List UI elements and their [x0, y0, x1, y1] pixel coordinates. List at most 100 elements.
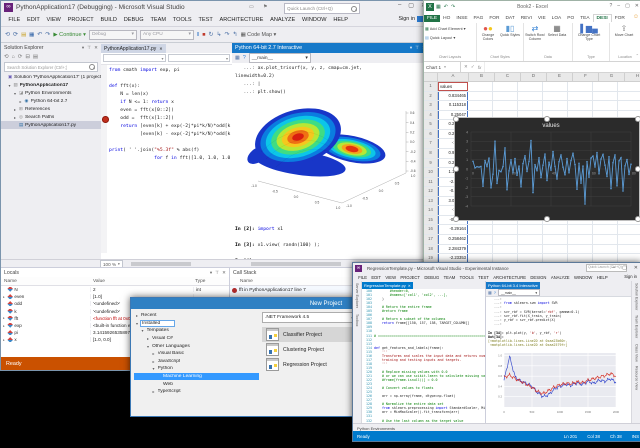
- name-box[interactable]: Chart 1▾: [424, 62, 461, 72]
- row-header[interactable]: 13: [424, 197, 438, 206]
- properties-icon[interactable]: ▤: [33, 54, 38, 60]
- ribbon-tab[interactable]: FOR: [612, 15, 628, 22]
- quick-styles-button[interactable]: ▮▯Quick Styles: [500, 24, 520, 55]
- col-name[interactable]: Name: [230, 279, 253, 284]
- code-area[interactable]: from cmath import exp, pi def fft(x): N …: [101, 65, 232, 253]
- category-item[interactable]: ▸ Visual Basic: [134, 350, 259, 358]
- category-item[interactable]: Web: [134, 380, 259, 388]
- dropdown-icon[interactable]: ▾: [210, 270, 212, 276]
- row-header[interactable]: 10: [424, 168, 438, 177]
- minimize-button[interactable]: –: [612, 265, 615, 271]
- menu-item[interactable]: DEBUG: [422, 275, 441, 280]
- row-header[interactable]: 3: [424, 101, 438, 110]
- column-header[interactable]: B: [469, 73, 495, 81]
- row-header[interactable]: 1: [424, 82, 438, 91]
- ribbon-tab[interactable]: PAG: [471, 15, 487, 22]
- close-icon[interactable]: ✕: [94, 45, 98, 51]
- row-header[interactable]: 18: [424, 245, 438, 254]
- reset-icon[interactable]: ▦: [235, 55, 240, 61]
- close-icon[interactable]: ✕: [408, 284, 411, 288]
- breakpoint-margin[interactable]: [101, 65, 107, 253]
- back-icon[interactable]: ⟲: [4, 54, 9, 60]
- cell-a[interactable]: 0.258462: [438, 235, 468, 244]
- member-dropdown[interactable]: ▾: [168, 54, 231, 62]
- sheet-row[interactable]: 16 -0.29164: [424, 225, 640, 235]
- row-header[interactable]: 4: [424, 111, 438, 120]
- ribbon-tab[interactable]: FILE: [424, 15, 440, 22]
- cell-a[interactable]: 0.115318: [438, 101, 468, 110]
- col-value[interactable]: Value: [91, 279, 193, 284]
- grid-cells[interactable]: [468, 245, 640, 254]
- ribbon-tab[interactable]: PO: [564, 15, 577, 22]
- docked-tool-tab[interactable]: Class View: [635, 344, 639, 362]
- excel-title-bar[interactable]: X ▦ ↶ ↷ Book2 - Excel ? – ▢ ✕: [424, 1, 640, 13]
- row-header[interactable]: 8: [424, 149, 438, 158]
- minimize-button[interactable]: –: [617, 3, 620, 9]
- sheet-row[interactable]: 3 0.115318: [424, 101, 640, 111]
- docked-tool-tab[interactable]: Resource View: [635, 366, 639, 390]
- menu-item[interactable]: HELP: [330, 17, 351, 23]
- restart-icon[interactable]: ↻: [208, 31, 213, 38]
- menu-item[interactable]: PROJECT: [64, 17, 97, 23]
- resize-handle[interactable]: [635, 116, 640, 122]
- menu-item[interactable]: WINDOW: [299, 17, 330, 23]
- reset-icon[interactable]: ▦: [488, 290, 492, 295]
- category-item[interactable]: ▾ Templates: [134, 327, 259, 335]
- interactive-title-bar[interactable]: Python 64-bit 2.7 Interactive ▾ ⊤ ✕: [232, 43, 429, 53]
- tree-item[interactable]: ▤ PythonApplication17.py: [1, 121, 101, 129]
- solution-search-input[interactable]: Search Solution Explorer (Ctrl+;): [4, 62, 98, 72]
- ribbon-tab[interactable]: DESI: [593, 14, 612, 22]
- select-data-button[interactable]: ▦Select Data: [547, 24, 567, 55]
- column-header[interactable]: D: [521, 73, 547, 81]
- column-header[interactable]: H: [625, 73, 640, 81]
- cell-a[interactable]: 2.284379: [438, 245, 468, 254]
- row-header[interactable]: 11: [424, 178, 438, 187]
- row-header[interactable]: 14: [424, 206, 438, 215]
- column-header[interactable]: E: [547, 73, 573, 81]
- python-environments-tab[interactable]: Python Environments: [357, 426, 395, 431]
- menu-item[interactable]: ANALYZE: [549, 275, 572, 280]
- cell-a[interactable]: -0.29164: [438, 225, 468, 234]
- col-name[interactable]: Name: [1, 279, 91, 284]
- close-button[interactable]: ✕: [635, 3, 639, 9]
- docked-tool-tab[interactable]: Server Explorer: [355, 283, 359, 308]
- enter-icon[interactable]: ✓: [471, 64, 475, 70]
- flag-icon[interactable]: ⚑: [263, 4, 267, 10]
- docked-tool-tab[interactable]: Team Explorer: [635, 315, 639, 338]
- tree-item[interactable]: ▣ Solution 'PythonApplication17' (1 proj…: [1, 73, 101, 81]
- save-icon[interactable]: ▦: [436, 4, 441, 10]
- maximize-button[interactable]: ▢: [408, 2, 414, 9]
- solution-explorer-title-bar[interactable]: Solution Explorer ▾ ⊤ ✕: [1, 43, 101, 52]
- menu-item[interactable]: TEST: [195, 17, 216, 23]
- add-chart-element-button[interactable]: ▦Add Chart Element ▾: [425, 24, 475, 33]
- help-icon[interactable]: ?: [610, 3, 613, 9]
- menu-item[interactable]: EDIT: [24, 17, 44, 23]
- resize-handle[interactable]: [635, 216, 640, 222]
- tree-item[interactable]: ▸ ◎ Search Paths: [1, 113, 101, 121]
- tree-item[interactable]: ▾ ▨ PythonApplication17: [1, 81, 101, 89]
- pin-icon[interactable]: ⊤: [87, 45, 91, 51]
- document-tab[interactable]: RegressionTemplate.py ✕: [362, 282, 413, 289]
- sign-in[interactable]: Sign in: [624, 274, 637, 279]
- home-icon[interactable]: ⌂: [12, 54, 15, 60]
- save-icon[interactable]: ▦: [29, 32, 34, 38]
- menu-item[interactable]: PROJECT: [398, 275, 422, 280]
- resize-handle[interactable]: [453, 216, 459, 222]
- tree-item[interactable]: ▾ ◪ Python Environments: [1, 89, 101, 97]
- sheet-row[interactable]: 1 values: [424, 82, 640, 92]
- move-chart-button[interactable]: ⇪Move Chart: [611, 24, 637, 55]
- ribbon-tab[interactable]: TEA: [577, 15, 592, 22]
- undo-icon[interactable]: ↶: [37, 31, 42, 38]
- sign-in[interactable]: Sign in: [399, 16, 423, 22]
- category-item[interactable]: ▸ Visual C#: [134, 335, 259, 343]
- feedback-icon[interactable]: ▭: [249, 4, 254, 10]
- menu-item[interactable]: TOOLS: [457, 275, 476, 280]
- interactive-tab[interactable]: Python 64-bit 3.4 Interactive: [486, 282, 540, 289]
- row-header[interactable]: 5: [424, 120, 438, 129]
- category-item[interactable]: ▸ Recent: [134, 312, 259, 320]
- resize-handle[interactable]: [635, 166, 640, 172]
- menu-item[interactable]: ARCHITECTURE: [216, 17, 267, 23]
- nav-forward-icon[interactable]: ⟳: [13, 31, 18, 38]
- debug-config-dropdown[interactable]: Debug▾: [89, 30, 137, 40]
- col-type[interactable]: Type: [193, 279, 229, 284]
